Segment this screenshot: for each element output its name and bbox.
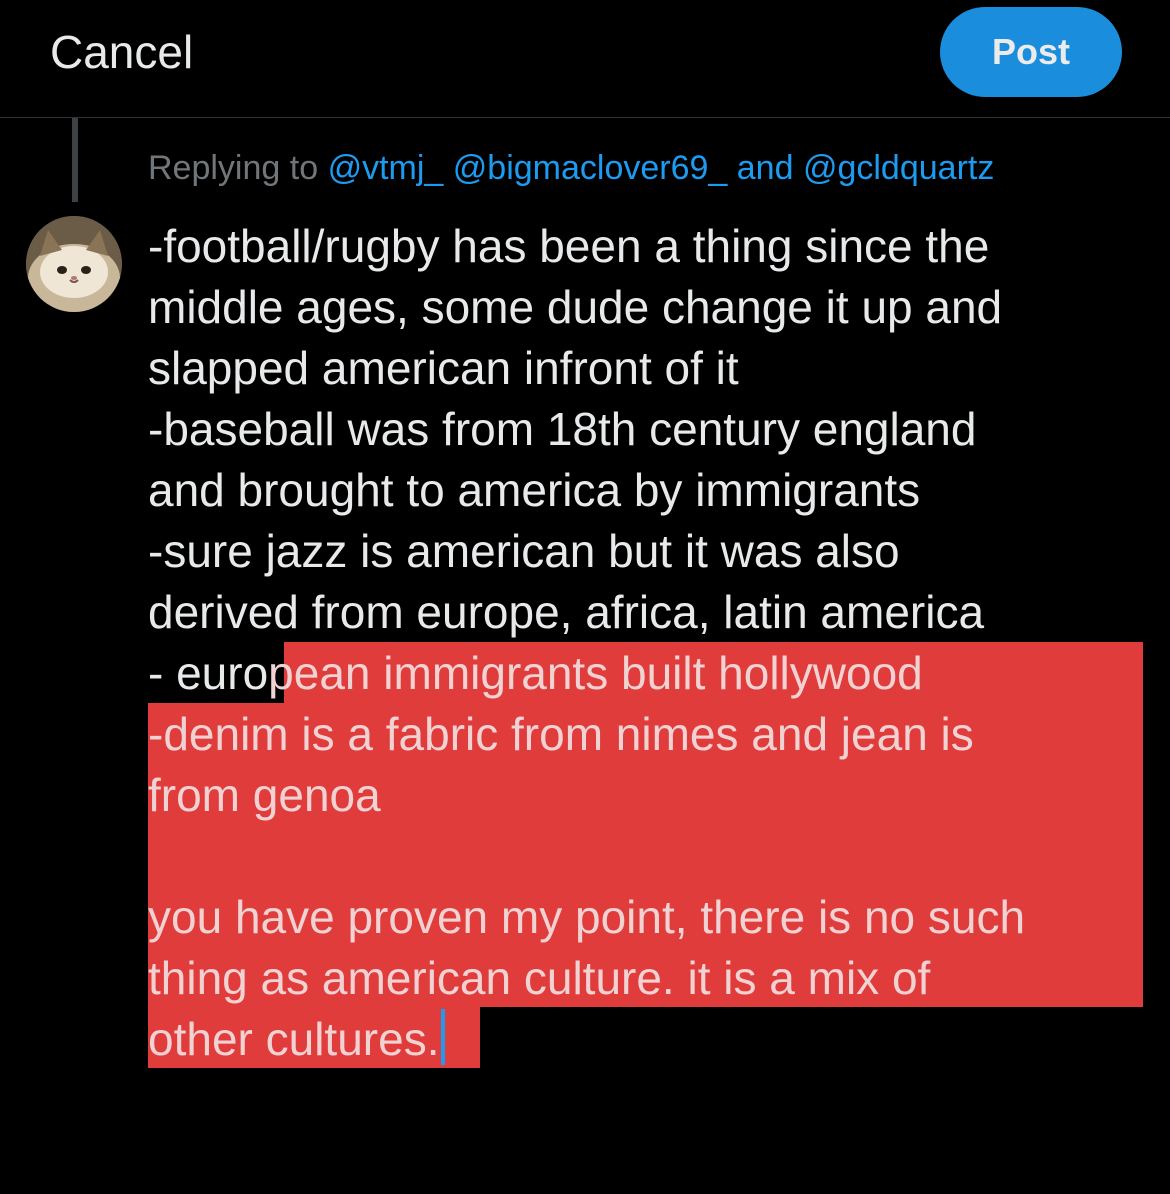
selected-text: pean immigrants built hollywood: [268, 647, 923, 699]
text-cursor[interactable]: [441, 1009, 446, 1065]
replying-to-label: Replying to @vtmj_ @bigmaclover69_ and @…: [148, 146, 994, 190]
text-line: -sure jazz is american but it was also: [148, 525, 900, 577]
selected-text-line-last: other cultures.: [148, 1009, 1148, 1070]
mention-link[interactable]: @vtmj_: [328, 149, 444, 187]
unselected-text: - euro: [148, 647, 269, 699]
text-line-partial-selected: - european immigrants built hollywood: [148, 643, 1148, 704]
text-line: middle ages, some dude change it up and: [148, 281, 1003, 333]
compose-header: Cancel Post: [0, 0, 1170, 118]
reply-text-editor[interactable]: -football/rugby has been a thing since t…: [148, 216, 1148, 1070]
text-line: -football/rugby has been a thing since t…: [148, 220, 990, 272]
text-line: slapped american infront of it: [148, 342, 739, 394]
text-line: derived from europe, africa, latin ameri…: [148, 586, 985, 638]
selected-blank-line: [148, 826, 1148, 887]
selected-text-line: you have proven my point, there is no su…: [148, 891, 1026, 943]
text-line: -baseball was from 18th century england: [148, 403, 977, 455]
selected-text: other cultures.: [148, 1013, 440, 1065]
cat-avatar-icon: [26, 216, 122, 312]
mention-conjunction[interactable]: and: [737, 149, 794, 187]
avatar[interactable]: [26, 216, 122, 312]
selected-text-line: from genoa: [148, 769, 381, 821]
mention-link[interactable]: @gcldquartz: [803, 149, 994, 187]
post-button[interactable]: Post: [940, 7, 1122, 97]
cancel-button[interactable]: Cancel: [50, 24, 193, 80]
thread-connector-line: [72, 118, 78, 202]
replying-prefix: Replying to: [148, 149, 319, 187]
selected-text-line: thing as american culture. it is a mix o…: [148, 952, 931, 1004]
text-line: and brought to america by immigrants: [148, 464, 921, 516]
selected-text-line: -denim is a fabric from nimes and jean i…: [148, 708, 974, 760]
mention-link[interactable]: @bigmaclover69_: [453, 149, 728, 187]
